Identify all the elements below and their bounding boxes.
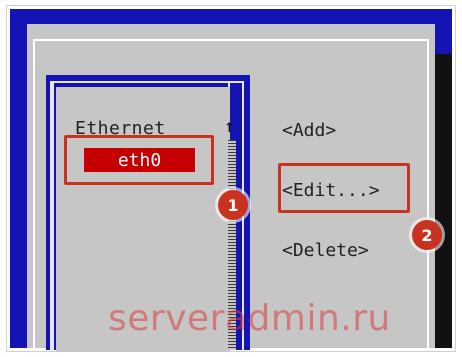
dialog-shadow bbox=[435, 54, 452, 348]
watermark: serveradmin.ru bbox=[108, 298, 391, 339]
step-badge-2: 2 bbox=[412, 220, 442, 250]
add-button[interactable]: <Add> bbox=[282, 120, 336, 141]
step-badge-1: 1 bbox=[218, 190, 248, 220]
delete-button[interactable]: <Delete> bbox=[282, 240, 369, 261]
highlight-box-edit bbox=[278, 163, 410, 213]
scroll-up-icon[interactable]: ↑ bbox=[224, 116, 235, 137]
highlight-box-eth0 bbox=[64, 135, 214, 185]
